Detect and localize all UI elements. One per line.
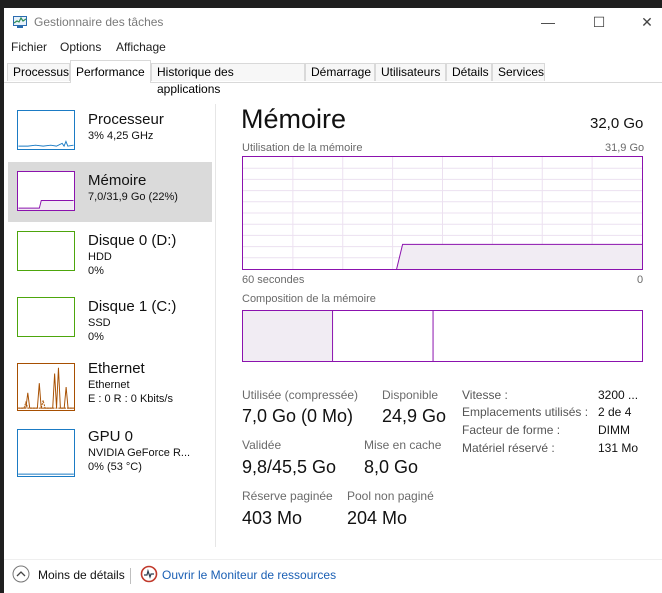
memory-usage-graph [242, 156, 643, 270]
close-button[interactable]: ✕ [632, 14, 662, 32]
nonpaged-pool-label: Pool non paginé [347, 489, 434, 503]
menu-view[interactable]: Affichage [116, 40, 166, 54]
in-use-value: 7,0 Go (0 Mo) [242, 406, 354, 426]
tab-details[interactable]: Détails [446, 63, 492, 81]
footer-separator [130, 568, 131, 584]
resource-name: Disque 0 (D:) [88, 232, 177, 249]
resource-detail: SSD [88, 317, 111, 329]
resource-monitor-icon [140, 565, 158, 583]
resource-throughput: E : 0 R : 0 Kbits/s [88, 393, 173, 405]
tab-performance[interactable]: Performance [70, 60, 151, 83]
footer-divider [4, 559, 662, 560]
resource-detail: 7,0/31,9 Go (22%) [88, 191, 178, 203]
available-label: Disponible [382, 388, 439, 402]
slots-label: Emplacements utilisés : [462, 405, 589, 419]
usage-area [396, 244, 642, 269]
resource-item-gpu[interactable]: GPU 0 NVIDIA GeForce R... 0% (53 °C) [8, 420, 212, 480]
resource-item-memory[interactable]: Mémoire 7,0/31,9 Go (22%) [8, 162, 212, 222]
resource-name: GPU 0 [88, 428, 134, 445]
memory-composition-bar [242, 310, 643, 362]
tab-app-history[interactable]: Historique des applications [151, 63, 305, 96]
composition-label: Composition de la mémoire [242, 293, 376, 305]
form-factor-label: Facteur de forme : [462, 423, 561, 437]
tab-bar: Processus Performance Historique des app… [4, 60, 662, 96]
form-factor-value: DIMM [598, 423, 630, 437]
usage-graph-max: 31,9 Go [605, 142, 645, 154]
network-graph-icon [17, 363, 75, 411]
resource-usage: 0% [88, 331, 104, 343]
resource-item-cpu[interactable]: Processeur 3% 4,25 GHz [8, 101, 212, 161]
resource-name: Ethernet [88, 360, 145, 377]
tab-services[interactable]: Services [492, 63, 545, 81]
menu-options[interactable]: Options [60, 40, 101, 54]
available-value: 24,9 Go [382, 406, 447, 426]
memory-total: 32,0 Go [590, 115, 644, 132]
cached-value: 8,0 Go [364, 457, 419, 477]
resource-item-disk-1[interactable]: Disque 1 (C:) SSD 0% [8, 288, 212, 348]
disk-graph-icon [17, 297, 75, 337]
speed-label: Vitesse : [462, 388, 508, 402]
minimize-button[interactable]: — [533, 14, 563, 32]
usage-graph-label: Utilisation de la mémoire [242, 142, 363, 154]
chevron-up-circle-icon[interactable] [12, 565, 30, 583]
screen: Gestionnaire des tâches — ☐ ✕ Fichier Op… [0, 0, 662, 593]
fewer-details-button[interactable]: Moins de détails [38, 568, 125, 582]
speed-value: 3200 ... [598, 388, 639, 402]
resource-usage: 0% (53 °C) [88, 461, 142, 473]
committed-value: 9,8/45,5 Go [242, 457, 337, 477]
cached-label: Mise en cache [364, 438, 442, 452]
composition-in-use [243, 311, 333, 361]
title-bar[interactable]: Gestionnaire des tâches — ☐ ✕ [4, 8, 662, 38]
disk-graph-icon [17, 231, 75, 271]
reserved-label: Matériel réservé : [462, 441, 555, 455]
paged-pool-value: 403 Mo [242, 508, 303, 528]
panel-divider [215, 104, 216, 547]
desktop-background [0, 0, 662, 8]
in-use-label: Utilisée (compressée) [242, 388, 359, 402]
task-manager-window: Gestionnaire des tâches — ☐ ✕ Fichier Op… [4, 8, 662, 593]
resource-usage: 0% [88, 265, 104, 277]
open-resource-monitor-link[interactable]: Ouvrir le Moniteur de ressources [162, 568, 336, 582]
resource-detail: HDD [88, 251, 112, 263]
paged-pool-label: Réserve paginée [242, 489, 333, 503]
nonpaged-pool-value: 204 Mo [347, 508, 408, 528]
task-manager-icon [13, 16, 27, 28]
window-title: Gestionnaire des tâches [34, 15, 164, 29]
memory-graph-icon [17, 171, 75, 211]
page-title: Mémoire [241, 104, 347, 134]
resource-item-disk-0[interactable]: Disque 0 (D:) HDD 0% [8, 222, 212, 282]
graph-time-left: 60 secondes [242, 274, 305, 286]
slots-value: 2 de 4 [598, 405, 632, 419]
maximize-button[interactable]: ☐ [584, 14, 614, 32]
resource-item-ethernet[interactable]: Ethernet Ethernet E : 0 R : 0 Kbits/s [8, 354, 212, 414]
cpu-graph-icon [17, 110, 75, 150]
reserved-value: 131 Mo [598, 441, 639, 455]
resource-name: Processeur [88, 111, 164, 128]
resource-name: Mémoire [88, 172, 147, 189]
resource-detail: Ethernet [88, 379, 130, 391]
resource-detail: 3% 4,25 GHz [88, 130, 154, 142]
tab-startup[interactable]: Démarrage [305, 63, 375, 81]
committed-label: Validée [242, 438, 282, 452]
tab-users[interactable]: Utilisateurs [375, 63, 446, 81]
graph-time-right: 0 [637, 274, 644, 286]
menu-file[interactable]: Fichier [11, 40, 47, 54]
gpu-graph-icon [17, 429, 75, 477]
tab-processes[interactable]: Processus [7, 63, 70, 81]
resource-detail: NVIDIA GeForce R... [88, 447, 191, 459]
resource-list: Processeur 3% 4,25 GHz Mémoire 7,0/31,9 … [4, 83, 215, 558]
resource-name: Disque 1 (C:) [88, 298, 177, 315]
